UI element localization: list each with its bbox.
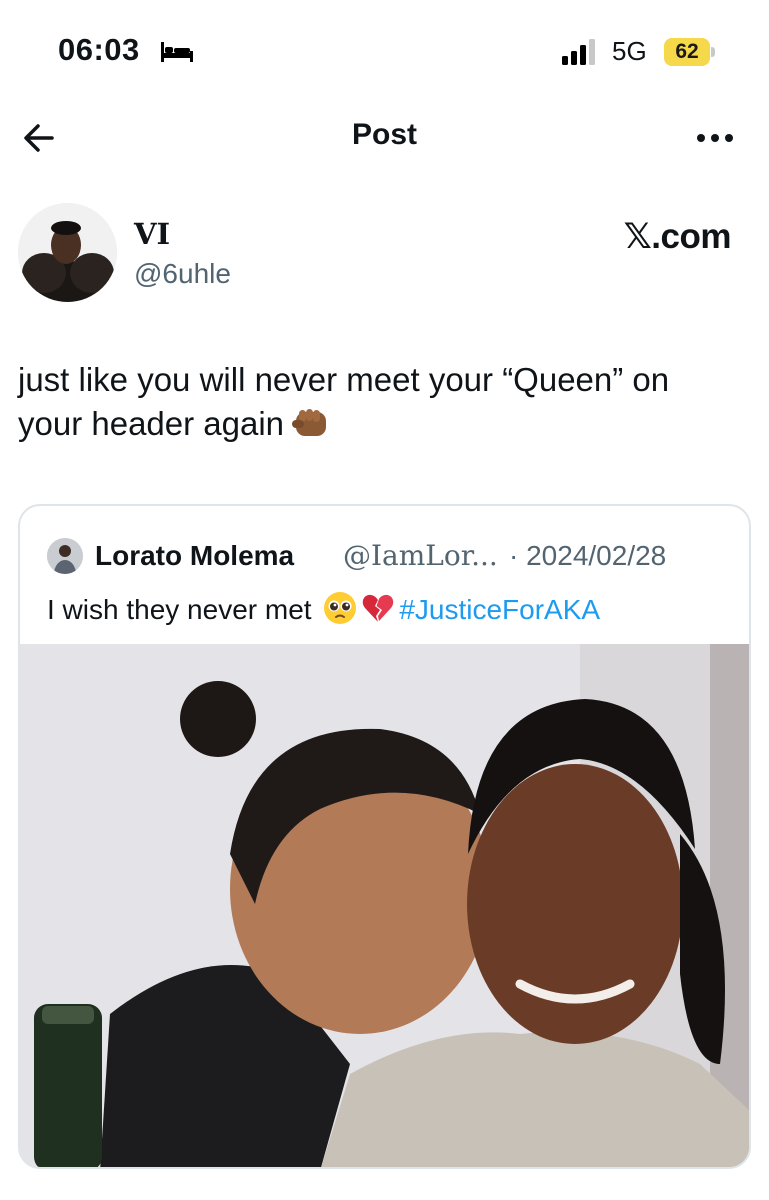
source-label: 𝕏.com <box>623 217 732 256</box>
post-text-body: just like you will never meet your “Quee… <box>18 361 670 442</box>
quoted-post-header: Lorato Molema @IamLor... · 2024/02/28 <box>47 538 747 574</box>
more-icon[interactable] <box>690 120 740 156</box>
post-text: just like you will never meet your “Quee… <box>18 358 738 446</box>
battery-indicator: 62 <box>664 38 715 66</box>
quoted-post-text-body: I wish they never met <box>47 594 312 625</box>
post-header: Post <box>0 100 769 180</box>
quoted-avatar-image <box>47 538 83 574</box>
quoted-post-photo[interactable] <box>20 644 749 1167</box>
quoted-author-handle[interactable]: @IamLor... <box>343 538 498 574</box>
bed-icon <box>161 42 193 62</box>
broken-heart-emoji <box>363 594 394 622</box>
status-bar: 06:03 5G 62 <box>0 0 769 100</box>
battery-level: 62 <box>675 40 699 63</box>
avatar[interactable] <box>18 203 117 302</box>
page-title: Post <box>351 118 417 151</box>
network-label: 5G <box>612 36 647 66</box>
author-row: VI @6uhle 𝕏.com <box>18 203 753 303</box>
pleading-face-emoji <box>324 592 357 624</box>
avatar-image <box>18 203 117 302</box>
quoted-avatar[interactable] <box>47 538 83 574</box>
author-handle[interactable]: @6uhle <box>134 258 231 290</box>
quoted-post-date: · 2024/02/28 <box>509 540 667 571</box>
status-time: 06:03 <box>58 32 140 67</box>
couple-photo <box>20 644 749 1167</box>
hashtag-link[interactable]: #JusticeForAKA <box>399 594 600 625</box>
quoted-author-name[interactable]: Lorato Molema <box>95 538 294 574</box>
author-name[interactable]: VI <box>134 217 170 251</box>
fist-emoji <box>292 409 327 436</box>
quoted-post-text: I wish they never met #JusticeForAKA <box>47 590 600 630</box>
battery-nub <box>711 47 715 57</box>
signal-icon <box>562 39 595 65</box>
post-screen: 06:03 5G 62 Post VI @6uhle 𝕏.com just li… <box>0 0 769 1200</box>
quoted-post[interactable]: Lorato Molema @IamLor... · 2024/02/28 I … <box>18 504 751 1169</box>
